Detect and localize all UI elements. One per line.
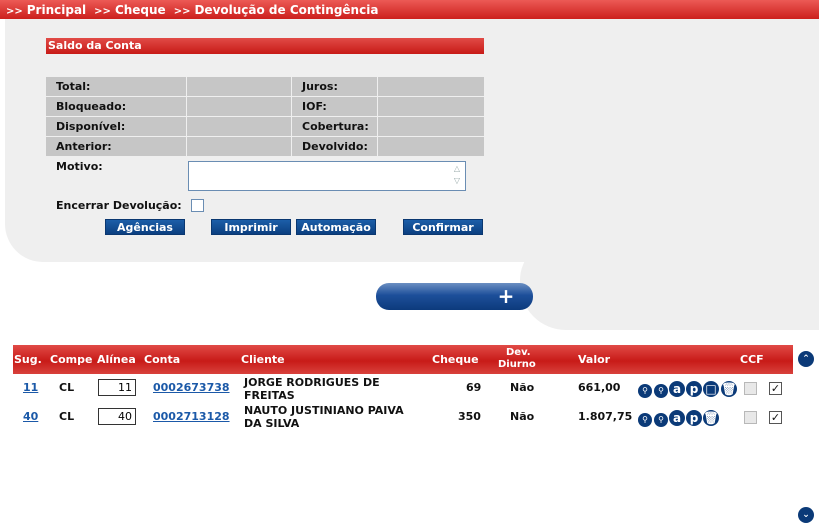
valor-cell: 661,00 (578, 381, 621, 394)
compe-cell: CL (59, 410, 75, 423)
breadcrumb-principal[interactable]: >> Principal (6, 3, 86, 17)
saldo-label-iof: IOF: (292, 97, 377, 116)
breadcrumb-devolucao[interactable]: >> Devolução de Contingência (174, 3, 379, 17)
scroll-down-icon[interactable]: ▽ (450, 175, 464, 187)
chevron-icon: >> (94, 5, 111, 17)
chevron-icon: >> (6, 5, 23, 17)
saldo-label-devolvido: Devolvido: (292, 137, 377, 156)
conta-link[interactable]: 0002673738 (153, 381, 230, 394)
breadcrumb-label: Principal (26, 2, 87, 17)
col-cheque: Cheque (432, 353, 479, 366)
dev-diurno-cell: Não (510, 381, 535, 394)
p-icon[interactable]: p (686, 381, 702, 397)
saldo-value-cobertura (378, 117, 484, 136)
ccf-checkbox[interactable] (744, 382, 757, 395)
double-chevron-up-icon[interactable]: ⌃ (798, 351, 814, 367)
trash-icon[interactable]: 🗑 (703, 410, 719, 426)
motivo-label: Motivo: (56, 160, 103, 173)
breadcrumb-label: Devolução de Contingência (194, 2, 379, 17)
saldo-value-iof (378, 97, 484, 116)
table-header: Sug. Compe Alínea Conta Cliente Cheque D… (13, 345, 793, 374)
alinea-input[interactable] (98, 379, 136, 396)
cheque-cell: 69 (466, 381, 482, 394)
col-ccf: CCF (740, 353, 764, 366)
a-icon[interactable]: a (669, 410, 685, 426)
col-alinea: Alínea (97, 353, 136, 366)
zoom-icon[interactable]: ⚲ (654, 384, 668, 398)
col-conta: Conta (144, 353, 181, 366)
zoom-icon[interactable]: ⚲ (638, 413, 652, 427)
scroll-up-icon[interactable]: △ (450, 163, 464, 175)
saldo-value-disponivel (187, 117, 291, 136)
sug-link[interactable]: 40 (23, 410, 38, 423)
col-diurno: Diurno (498, 359, 536, 370)
breadcrumb: >> Principal >> Cheque >> Devolução de Cont… (0, 0, 819, 19)
trash-icon[interactable]: 🗑 (721, 381, 737, 397)
saldo-label-bloqueado: Bloqueado: (46, 97, 186, 116)
cheque-cell: 350 (458, 410, 481, 423)
ccf-checkbox[interactable] (744, 411, 757, 424)
sug-link[interactable]: 11 (23, 381, 38, 394)
plus-icon: + (497, 284, 515, 308)
saldo-value-total (187, 77, 291, 96)
a-icon[interactable]: a (669, 381, 685, 397)
imprimir-button[interactable]: Imprimir (211, 219, 291, 235)
col-cliente: Cliente (241, 353, 285, 366)
agencias-button[interactable]: Agências (105, 219, 185, 235)
saldo-label-total: Total: (46, 77, 186, 96)
saldo-value-devolvido (378, 137, 484, 156)
valor-cell: 1.807,75 (578, 410, 633, 423)
cliente-line2: DA SILVA (244, 417, 300, 430)
automacao-button[interactable]: Automação (296, 219, 376, 235)
saldo-label-anterior: Anterior: (46, 137, 186, 156)
saldo-label-juros: Juros: (292, 77, 377, 96)
col-sug: Sug. (14, 353, 42, 366)
cliente-line1: NAUTO JUSTINIANO PAIVA (244, 404, 404, 417)
add-button[interactable]: + (376, 283, 533, 310)
saldo-label-cobertura: Cobertura: (292, 117, 377, 136)
saldo-label-disponivel: Disponível: (46, 117, 186, 136)
p-icon[interactable]: p (686, 410, 702, 426)
col-valor: Valor (578, 353, 611, 366)
zoom-icon[interactable]: ⚲ (654, 413, 668, 427)
compe-cell: CL (59, 381, 75, 394)
saldo-header: Saldo da Conta (46, 38, 484, 54)
cliente-line2: FREITAS (244, 389, 295, 402)
encerrar-label: Encerrar Devolução: (56, 199, 182, 212)
conta-link[interactable]: 0002713128 (153, 410, 230, 423)
breadcrumb-cheque[interactable]: >> Cheque (94, 3, 166, 17)
col-compe: Compe (50, 353, 93, 366)
motivo-field[interactable] (188, 161, 466, 191)
chevron-icon: >> (173, 5, 191, 17)
encerrar-checkbox[interactable] (191, 199, 204, 212)
cliente-line1: JORGE RODRIGUES DE (244, 376, 380, 389)
alinea-input[interactable] (98, 408, 136, 425)
saldo-value-anterior (187, 137, 291, 156)
dev-diurno-cell: Não (510, 410, 535, 423)
zoom-icon[interactable]: ⚲ (638, 384, 652, 398)
saldo-value-juros (378, 77, 484, 96)
col-dev: Dev. (506, 347, 531, 358)
breadcrumb-label: Cheque (114, 2, 166, 17)
saldo-value-bloqueado (187, 97, 291, 116)
select-checkbox[interactable]: ✓ (769, 411, 782, 424)
confirmar-button[interactable]: Confirmar (403, 219, 483, 235)
square-icon[interactable]: □ (703, 381, 719, 397)
select-checkbox[interactable]: ✓ (769, 382, 782, 395)
double-chevron-down-icon[interactable]: ⌄ (798, 507, 814, 523)
panel-extension (520, 240, 819, 330)
motivo-scroll-arrows[interactable]: △ ▽ (450, 163, 464, 189)
